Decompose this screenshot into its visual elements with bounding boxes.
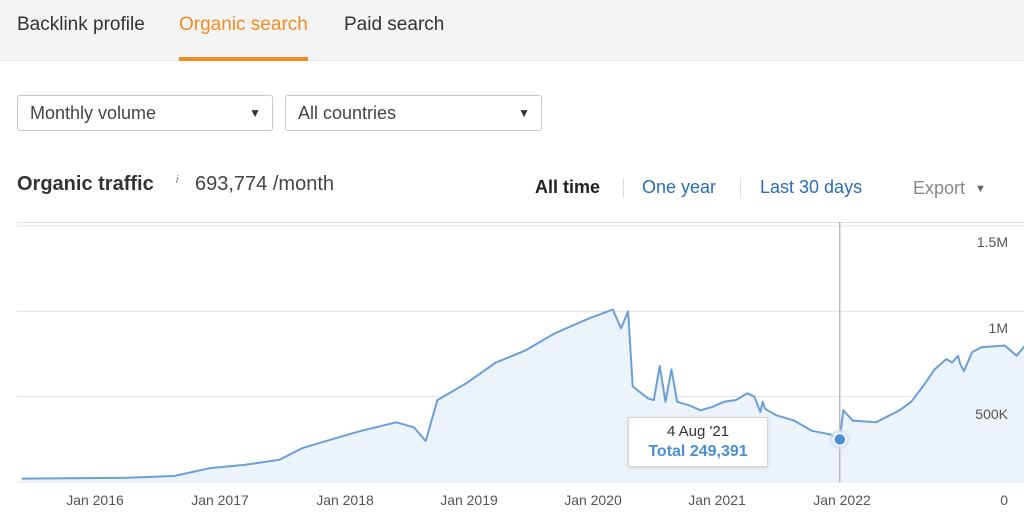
volume-select[interactable]: Monthly volume ▼: [17, 95, 273, 131]
y-tick-label: 0: [1000, 492, 1008, 508]
tab-organic-search[interactable]: Organic search: [179, 0, 308, 61]
highlight-point: [833, 432, 847, 447]
x-tick-label: Jan 2017: [191, 492, 249, 508]
caret-down-icon: ▼: [249, 106, 261, 120]
tab-paid-search[interactable]: Paid search: [344, 0, 444, 61]
y-tick-label: 1.5M: [977, 234, 1008, 250]
x-tick-label: Jan 2016: [66, 492, 124, 508]
country-select[interactable]: All countries ▼: [285, 95, 542, 131]
tooltip-date: 4 Aug '21: [666, 423, 730, 440]
export-label: Export: [913, 178, 966, 198]
x-tick-label: Jan 2018: [316, 492, 374, 508]
chart-tooltip: 4 Aug '21 Total 249,391: [628, 417, 768, 467]
x-tick-label: Jan 2019: [440, 492, 498, 508]
info-icon[interactable]: i: [176, 174, 178, 186]
country-select-value: All countries: [298, 103, 397, 123]
y-tick-label: 500K: [975, 406, 1008, 422]
page-title: Organic traffic: [17, 173, 154, 195]
range-all-time[interactable]: All time: [535, 177, 600, 198]
volume-select-value: Monthly volume: [30, 103, 157, 123]
range-divider: [740, 178, 741, 198]
tab-bar: Backlink profile Organic search Paid sea…: [0, 0, 1024, 61]
range-divider: [623, 178, 624, 198]
caret-down-icon: ▼: [518, 106, 530, 120]
range-last-30-days[interactable]: Last 30 days: [760, 177, 862, 198]
traffic-area: [22, 309, 1024, 482]
y-tick-label: 1M: [989, 320, 1008, 336]
tab-backlink-profile[interactable]: Backlink profile: [17, 0, 145, 61]
x-tick-label: Jan 2020: [564, 492, 622, 508]
x-tick-label: Jan 2021: [688, 492, 746, 508]
traffic-value: 693,774 /month: [195, 173, 334, 195]
export-button[interactable]: Export ▼: [913, 178, 986, 199]
traffic-chart[interactable]: Jan 2016 Jan 2017 Jan 2018 Jan 2019 Jan 2020…: [0, 222, 1024, 520]
x-tick-label: Jan 2022: [813, 492, 871, 508]
caret-down-icon: ▼: [975, 183, 986, 195]
range-one-year[interactable]: One year: [642, 177, 716, 198]
tooltip-total: Total 249,391: [648, 443, 748, 460]
